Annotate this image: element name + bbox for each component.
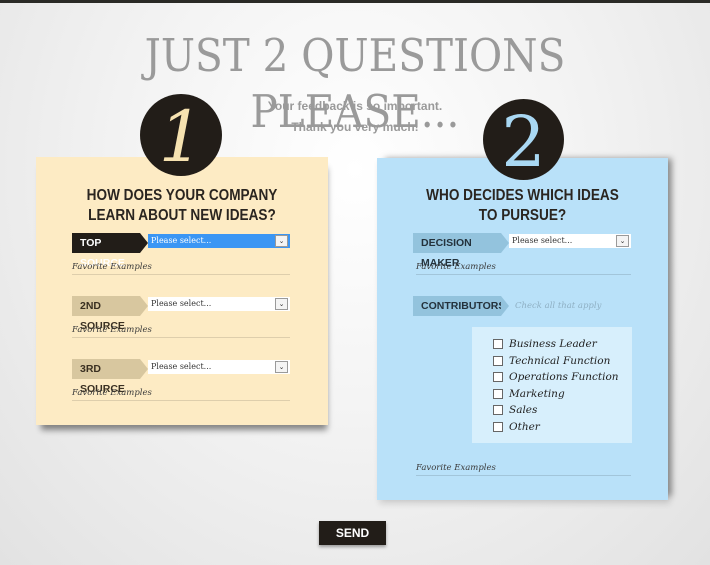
checkbox-icon[interactable] <box>493 405 503 415</box>
decision-maker-label: DECISION MAKER <box>413 233 509 269</box>
checkbox-technical-function[interactable]: Technical Function <box>493 353 610 369</box>
checkbox-marketing[interactable]: Marketing <box>493 386 565 402</box>
contributors-hint: Check all that apply <box>515 301 602 311</box>
question-2-title: WHO DECIDES WHICH IDEAS TO PURSUE? <box>399 186 646 226</box>
checkbox-icon[interactable] <box>493 422 503 432</box>
checkbox-business-leader[interactable]: Business Leader <box>493 336 597 352</box>
checkbox-icon[interactable] <box>493 339 503 349</box>
2nd-source-row: 2ND SOURCE Please select... ⌄ <box>72 296 290 332</box>
checkbox-other[interactable]: Other <box>493 419 540 435</box>
checkbox-label: Marketing <box>509 388 565 400</box>
contributors-label: CONTRIBUTORS <box>413 296 509 316</box>
contributors-checkbox-group: Business Leader Technical Function Opera… <box>472 327 632 443</box>
top-source-row: TOP SOURCE Please select... ⌄ <box>72 233 290 269</box>
top-bar <box>0 0 710 3</box>
question-1-title: HOW DOES YOUR COMPANY LEARN ABOUT NEW ID… <box>58 186 306 226</box>
question-2-number-badge: 2 <box>483 99 564 183</box>
decision-maker-row: DECISION MAKER Please select... ⌄ <box>413 233 631 269</box>
2nd-source-label: 2ND SOURCE <box>72 296 148 332</box>
chevron-down-icon[interactable]: ⌄ <box>275 361 288 373</box>
2nd-source-examples[interactable]: Favorite Examples <box>72 323 290 338</box>
chevron-down-icon[interactable]: ⌄ <box>275 235 288 247</box>
decision-maker-examples[interactable]: Favorite Examples <box>416 260 631 275</box>
decision-maker-select-value: Please select... <box>512 236 573 245</box>
contributors-row: CONTRIBUTORS Check all that apply <box>413 296 631 316</box>
checkbox-label: Business Leader <box>509 338 597 350</box>
3rd-source-label: 3RD SOURCE <box>72 359 148 395</box>
3rd-source-row: 3RD SOURCE Please select... ⌄ <box>72 359 290 395</box>
top-source-examples[interactable]: Favorite Examples <box>72 260 290 275</box>
top-source-select[interactable]: Please select... ⌄ <box>148 234 290 248</box>
subtitle-line-2: Thank you very much! <box>291 120 419 134</box>
checkbox-label: Technical Function <box>509 355 611 367</box>
send-button[interactable]: SEND <box>319 521 386 545</box>
checkbox-icon[interactable] <box>493 389 503 399</box>
checkbox-sales[interactable]: Sales <box>493 402 537 418</box>
3rd-source-examples[interactable]: Favorite Examples <box>72 386 290 401</box>
checkbox-icon[interactable] <box>493 372 503 382</box>
2nd-source-select-value: Please select... <box>151 299 212 308</box>
checkbox-operations-function[interactable]: Operations Function <box>493 369 619 385</box>
checkbox-label: Sales <box>509 404 538 416</box>
3rd-source-select-value: Please select... <box>151 362 212 371</box>
contributors-examples[interactable]: Favorite Examples <box>416 461 631 476</box>
question-2-title-line-2: TO PURSUE? <box>478 207 567 224</box>
page-subtitle: Your feedback is so important. Thank you… <box>0 96 710 138</box>
decision-maker-select[interactable]: Please select... ⌄ <box>509 234 631 248</box>
top-source-select-value: Please select... <box>151 236 212 245</box>
2nd-source-select[interactable]: Please select... ⌄ <box>148 297 290 311</box>
chevron-down-icon[interactable]: ⌄ <box>275 298 288 310</box>
chevron-down-icon[interactable]: ⌄ <box>616 235 629 247</box>
question-1-title-line-1: HOW DOES YOUR COMPANY <box>86 187 278 204</box>
checkbox-icon[interactable] <box>493 356 503 366</box>
3rd-source-select[interactable]: Please select... ⌄ <box>148 360 290 374</box>
checkbox-label: Other <box>509 421 540 433</box>
question-1-title-line-2: LEARN ABOUT NEW IDEAS? <box>88 207 276 224</box>
question-1-number-badge: 1 <box>140 94 222 178</box>
checkbox-label: Operations Function <box>509 371 619 383</box>
question-2-title-line-1: WHO DECIDES WHICH IDEAS <box>426 187 619 204</box>
subtitle-line-1: Your feedback is so important. <box>267 99 443 113</box>
top-source-label: TOP SOURCE <box>72 233 148 269</box>
